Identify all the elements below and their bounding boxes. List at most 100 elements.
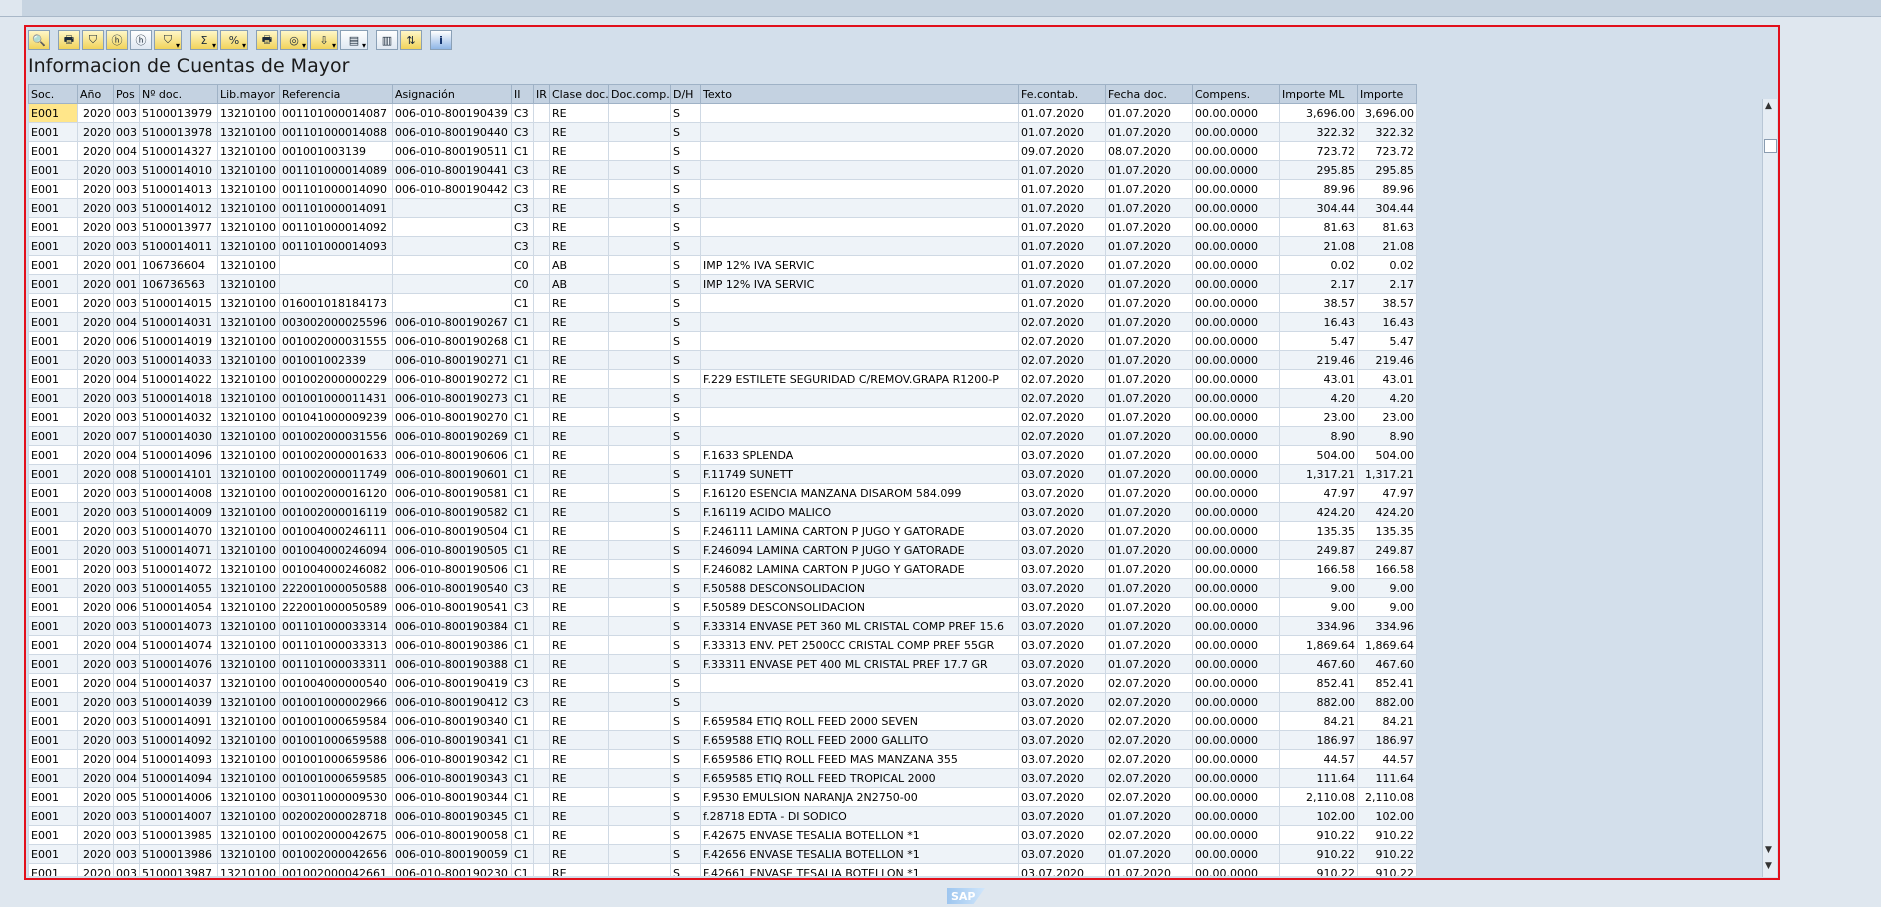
table-cell[interactable]: 03.07.2020 xyxy=(1018,730,1106,750)
table-cell[interactable]: 00.00.0000 xyxy=(1192,350,1280,370)
table-cell[interactable]: 00.00.0000 xyxy=(1192,236,1280,256)
table-cell[interactable]: 2.17 xyxy=(1357,274,1417,294)
table-cell[interactable]: 3,696.00 xyxy=(1357,103,1417,123)
table-cell[interactable]: 8.90 xyxy=(1357,426,1417,446)
table-cell[interactable]: 01.07.2020 xyxy=(1105,844,1193,864)
table-cell[interactable]: 09.07.2020 xyxy=(1018,141,1106,161)
table-cell[interactable]: E001 xyxy=(28,768,78,788)
table-cell[interactable]: 006 xyxy=(113,331,140,351)
table-cell[interactable]: 03.07.2020 xyxy=(1018,445,1106,465)
table-cell[interactable]: 13210100 xyxy=(217,616,280,636)
table-cell[interactable]: 2020 xyxy=(77,654,114,674)
table-cell[interactable]: 9.00 xyxy=(1279,578,1358,598)
table-cell[interactable] xyxy=(608,388,671,408)
table-cell[interactable]: 03.07.2020 xyxy=(1018,768,1106,788)
table-cell[interactable]: 5100014037 xyxy=(139,673,218,693)
table-cell[interactable]: 03.07.2020 xyxy=(1018,692,1106,712)
table-row[interactable]: E001 2020 003 5100014012 13210100 00110100001… xyxy=(28,198,1417,218)
table-cell[interactable] xyxy=(533,502,550,522)
table-cell[interactable]: 13210100 xyxy=(217,103,280,123)
table-cell[interactable] xyxy=(533,464,550,484)
table-cell[interactable]: S xyxy=(670,293,701,313)
table-cell[interactable]: 00.00.0000 xyxy=(1192,160,1280,180)
table-cell[interactable]: 001004000000540 xyxy=(279,673,393,693)
table-cell[interactable]: S xyxy=(670,179,701,199)
table-cell[interactable]: 016001018184173 xyxy=(279,293,393,313)
table-cell[interactable]: 5100014073 xyxy=(139,616,218,636)
table-cell[interactable] xyxy=(392,293,512,313)
table-cell[interactable]: 006-010-800190441 xyxy=(392,160,512,180)
table-row[interactable]: E001 2020 008 5100014101 13210100 00100200001… xyxy=(28,464,1417,484)
table-cell[interactable]: 00.00.0000 xyxy=(1192,825,1280,845)
table-cell[interactable]: F.659585 ETIQ ROLL FEED TROPICAL 2000 xyxy=(700,768,1019,788)
table-cell[interactable]: 01.07.2020 xyxy=(1105,483,1193,503)
table-cell[interactable]: 186.97 xyxy=(1279,730,1358,750)
table-row[interactable]: E001 2020 003 5100014070 13210100 00100400024… xyxy=(28,521,1417,541)
table-cell[interactable]: E001 xyxy=(28,103,78,123)
table-cell[interactable] xyxy=(608,768,671,788)
table-cell[interactable]: 504.00 xyxy=(1279,445,1358,465)
table-cell[interactable]: S xyxy=(670,160,701,180)
table-cell[interactable]: 006-010-800190505 xyxy=(392,540,512,560)
table-cell[interactable]: F.16119 ACIDO MALICO xyxy=(700,502,1019,522)
table-cell[interactable]: 13210100 xyxy=(217,730,280,750)
table-cell[interactable]: 5100014019 xyxy=(139,331,218,351)
table-cell[interactable]: 01.07.2020 xyxy=(1105,806,1193,826)
table-cell[interactable]: F.9530 EMULSION NARANJA 2N2750-00 xyxy=(700,787,1019,807)
table-cell[interactable]: 001002000031555 xyxy=(279,331,393,351)
table-row[interactable]: E001 2020 004 5100014096 13210100 00100200000… xyxy=(28,445,1417,465)
table-cell[interactable]: 9.00 xyxy=(1357,597,1417,617)
table-cell[interactable]: C1 xyxy=(511,369,534,389)
table-cell[interactable]: 5100014030 xyxy=(139,426,218,446)
table-cell[interactable]: RE xyxy=(549,217,609,237)
table-cell[interactable] xyxy=(608,616,671,636)
table-cell[interactable]: 004 xyxy=(113,635,140,655)
table-cell[interactable] xyxy=(533,749,550,769)
column-header[interactable]: Fecha doc. xyxy=(1105,84,1193,104)
table-cell[interactable]: 006-010-800190341 xyxy=(392,730,512,750)
table-cell[interactable]: 84.21 xyxy=(1357,711,1417,731)
table-cell[interactable] xyxy=(533,483,550,503)
table-cell[interactable]: 44.57 xyxy=(1357,749,1417,769)
table-cell[interactable] xyxy=(533,863,550,876)
table-cell[interactable]: 5100014008 xyxy=(139,483,218,503)
table-cell[interactable]: 00.00.0000 xyxy=(1192,616,1280,636)
table-cell[interactable]: 00.00.0000 xyxy=(1192,502,1280,522)
table-cell[interactable]: RE xyxy=(549,122,609,142)
table-cell[interactable]: 102.00 xyxy=(1279,806,1358,826)
table-cell[interactable]: 01.07.2020 xyxy=(1105,350,1193,370)
table-cell[interactable]: RE xyxy=(549,331,609,351)
table-cell[interactable]: 16.43 xyxy=(1357,312,1417,332)
table-cell[interactable]: 4.20 xyxy=(1357,388,1417,408)
table-row[interactable]: E001 2020 003 5100014018 13210100 00100100001… xyxy=(28,388,1417,408)
table-cell[interactable]: 006-010-800190601 xyxy=(392,464,512,484)
table-cell[interactable]: 01.07.2020 xyxy=(1105,312,1193,332)
table-cell[interactable]: E001 xyxy=(28,559,78,579)
table-cell[interactable] xyxy=(533,198,550,218)
table-cell[interactable]: 01.07.2020 xyxy=(1105,217,1193,237)
table-cell[interactable] xyxy=(608,692,671,712)
table-cell[interactable] xyxy=(533,806,550,826)
table-cell[interactable]: 00.00.0000 xyxy=(1192,274,1280,294)
table-row[interactable]: E001 2020 006 5100014019 13210100 00100200003… xyxy=(28,331,1417,351)
table-cell[interactable]: RE xyxy=(549,597,609,617)
table-cell[interactable]: 006-010-800190582 xyxy=(392,502,512,522)
table-cell[interactable]: 03.07.2020 xyxy=(1018,749,1106,769)
table-cell[interactable]: 02.07.2020 xyxy=(1018,369,1106,389)
table-cell[interactable] xyxy=(608,217,671,237)
table-cell[interactable]: 001004000246094 xyxy=(279,540,393,560)
column-header[interactable]: Fe.contab. xyxy=(1018,84,1106,104)
table-cell[interactable]: 00.00.0000 xyxy=(1192,293,1280,313)
table-cell[interactable]: E001 xyxy=(28,540,78,560)
table-cell[interactable]: 5100014072 xyxy=(139,559,218,579)
table-cell[interactable]: 5100014054 xyxy=(139,597,218,617)
table-cell[interactable]: 08.07.2020 xyxy=(1105,141,1193,161)
table-cell[interactable]: 13210100 xyxy=(217,502,280,522)
table-cell[interactable]: 2020 xyxy=(77,578,114,598)
table-cell[interactable]: 2,110.08 xyxy=(1279,787,1358,807)
column-header[interactable]: D/H xyxy=(670,84,701,104)
table-cell[interactable]: 01.07.2020 xyxy=(1018,179,1106,199)
table-cell[interactable]: E001 xyxy=(28,483,78,503)
table-cell[interactable]: C1 xyxy=(511,768,534,788)
table-cell[interactable]: 003 xyxy=(113,521,140,541)
